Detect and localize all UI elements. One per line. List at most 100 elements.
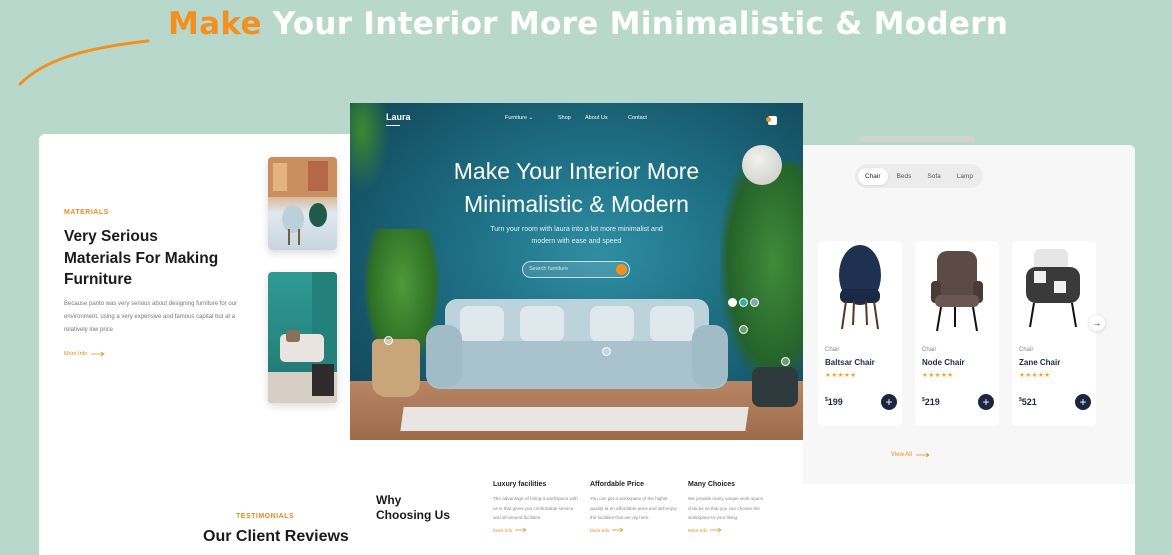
swoosh-decoration xyxy=(18,39,150,86)
feature-more-info-link[interactable]: More Info xyxy=(688,528,776,533)
sofa-seat xyxy=(426,341,728,389)
brand-logo[interactable]: Laura xyxy=(386,112,411,122)
product-category: Chair xyxy=(825,347,840,353)
testimonials-tag: TESTIMONIALS xyxy=(236,513,295,520)
materials-more-info-link[interactable]: More Info xyxy=(64,351,105,357)
arrow-right-icon xyxy=(612,528,625,532)
product-name[interactable]: Node Chair xyxy=(922,358,965,367)
product-hotspot[interactable] xyxy=(384,336,393,345)
feature-title: Luxury facilities xyxy=(493,481,547,488)
tab-lamp[interactable]: Lamp xyxy=(950,168,980,185)
nav-about-us[interactable]: About Us xyxy=(585,115,628,121)
nav-shop[interactable]: Shop xyxy=(558,115,585,121)
product-rating-stars: ★★★★★ xyxy=(825,372,857,379)
right-plant-pot xyxy=(752,367,798,407)
tab-chair[interactable]: Chair xyxy=(858,167,888,185)
hero-subtitle-line: modern with ease and speed xyxy=(531,238,622,245)
right-card: Chair Beds Sofa Lamp Chair Baltsar Chair… xyxy=(803,136,1135,555)
sofa-pillow xyxy=(460,306,504,342)
left-plant-pot xyxy=(372,339,420,397)
why-section: Why Choosing Us Luxury facilities The ad… xyxy=(350,440,803,555)
product-name[interactable]: Baltsar Chair xyxy=(825,358,875,367)
feature-more-info-link[interactable]: More Info xyxy=(493,528,581,533)
feature-choices: Many Choices We provide many unique work… xyxy=(688,481,776,533)
nav-contact[interactable]: Contact xyxy=(628,115,647,121)
more-info-label: More Info xyxy=(493,527,513,533)
add-to-cart-button[interactable]: + xyxy=(978,394,994,410)
headline-rest: Your Interior More Minimalistic & Modern xyxy=(261,6,1009,42)
page-headline: Make Your Interior More Minimalistic & M… xyxy=(168,6,1008,42)
product-card[interactable]: Chair Baltsar Chair ★★★★★ $199 + xyxy=(818,241,902,426)
baltsar-chair-image xyxy=(839,245,881,330)
feature-title: Affordable Price xyxy=(590,481,645,488)
hero-title-line: Make Your Interior More xyxy=(453,158,700,184)
node-chair-image xyxy=(931,251,983,332)
left-card: MATERIALS Very Serious Materials For Mak… xyxy=(39,134,369,555)
price-value: 521 xyxy=(1021,397,1037,407)
feature-body: You can get a workspace of the highst qu… xyxy=(590,496,677,520)
why-title-line: Why xyxy=(376,493,402,507)
hero-subtitle: Turn your room with laura into a lot mor… xyxy=(350,224,803,248)
carousel-dot[interactable] xyxy=(728,298,737,307)
arrow-right-icon: → xyxy=(1092,318,1102,328)
interior-sofa-image xyxy=(268,272,337,403)
carousel-dot[interactable] xyxy=(739,298,748,307)
rug xyxy=(400,407,749,431)
feature-luxury: Luxury facilities The advantage of hirin… xyxy=(493,481,581,533)
view-all-link[interactable]: View All xyxy=(891,452,930,458)
add-to-cart-button[interactable]: + xyxy=(1075,394,1091,410)
hero-title-line: Minimalistic & Modern xyxy=(464,191,689,217)
feature-more-info-link[interactable]: More Info xyxy=(590,528,678,533)
arrow-right-icon xyxy=(515,528,528,532)
hero-section: Laura Furniture ⌄ Shop About Us Contact … xyxy=(350,103,803,440)
feature-title: Many Choices xyxy=(688,481,736,488)
view-all-label: View All xyxy=(891,452,912,458)
why-title-line: Choosing Us xyxy=(376,508,450,522)
right-card-footer-area xyxy=(803,484,1135,555)
product-card[interactable]: Chair Zane Chair ★★★★★ $521 + xyxy=(1012,241,1096,426)
product-hotspot[interactable] xyxy=(602,347,611,356)
tab-beds[interactable]: Beds xyxy=(890,168,919,185)
chevron-down-icon: ⌄ xyxy=(528,115,534,121)
sofa-pillow xyxy=(520,306,564,342)
materials-title-line: Very Serious xyxy=(64,228,158,245)
zane-chair-image xyxy=(1026,249,1080,328)
next-arrow-button[interactable]: → xyxy=(1089,315,1105,331)
carousel-dot[interactable] xyxy=(750,298,759,307)
carousel-dots xyxy=(728,298,759,307)
add-to-cart-button[interactable]: + xyxy=(881,394,897,410)
nav-label: Furniture xyxy=(505,115,528,121)
sofa-pillow xyxy=(590,306,634,342)
why-title: Why Choosing Us xyxy=(376,493,450,523)
logo-underline xyxy=(386,125,400,126)
product-category: Chair xyxy=(1019,347,1034,353)
sofa-pillow xyxy=(650,306,694,342)
materials-image-bottom xyxy=(268,272,337,403)
product-hotspot[interactable] xyxy=(781,357,790,366)
top-nav: Furniture ⌄ Shop About Us Contact xyxy=(505,115,647,121)
more-info-label: More Info xyxy=(590,527,610,533)
testimonials-title: Our Client Reviews xyxy=(203,528,349,545)
price-value: 199 xyxy=(827,397,843,407)
product-rating-stars: ★★★★★ xyxy=(922,372,954,379)
search-input[interactable]: Search furniture xyxy=(522,261,630,278)
materials-title-line: Materials For Making xyxy=(64,249,219,267)
materials-image-top xyxy=(268,157,337,250)
tab-sofa[interactable]: Sofa xyxy=(920,168,947,185)
sofa-arm xyxy=(426,325,462,387)
search-icon[interactable] xyxy=(616,264,627,275)
more-info-label: More Info xyxy=(688,527,708,533)
product-price: $521 xyxy=(1019,397,1037,407)
product-hotspot[interactable] xyxy=(739,325,748,334)
more-info-label: More Info xyxy=(64,351,88,357)
section-title-cropped xyxy=(859,136,975,142)
nav-furniture[interactable]: Furniture ⌄ xyxy=(505,115,558,121)
feature-body: We provide many unique work space choice… xyxy=(688,496,764,520)
product-price: $219 xyxy=(922,397,940,407)
search-placeholder: Search furniture xyxy=(529,266,569,272)
category-tabs: Chair Beds Sofa Lamp xyxy=(855,164,984,188)
feature-body: The advantage of hiring a workspace with… xyxy=(493,496,578,520)
product-card[interactable]: Chair Node Chair ★★★★★ $219 + xyxy=(915,241,999,426)
cart-badge xyxy=(766,117,771,122)
product-name[interactable]: Zane Chair xyxy=(1019,358,1060,367)
